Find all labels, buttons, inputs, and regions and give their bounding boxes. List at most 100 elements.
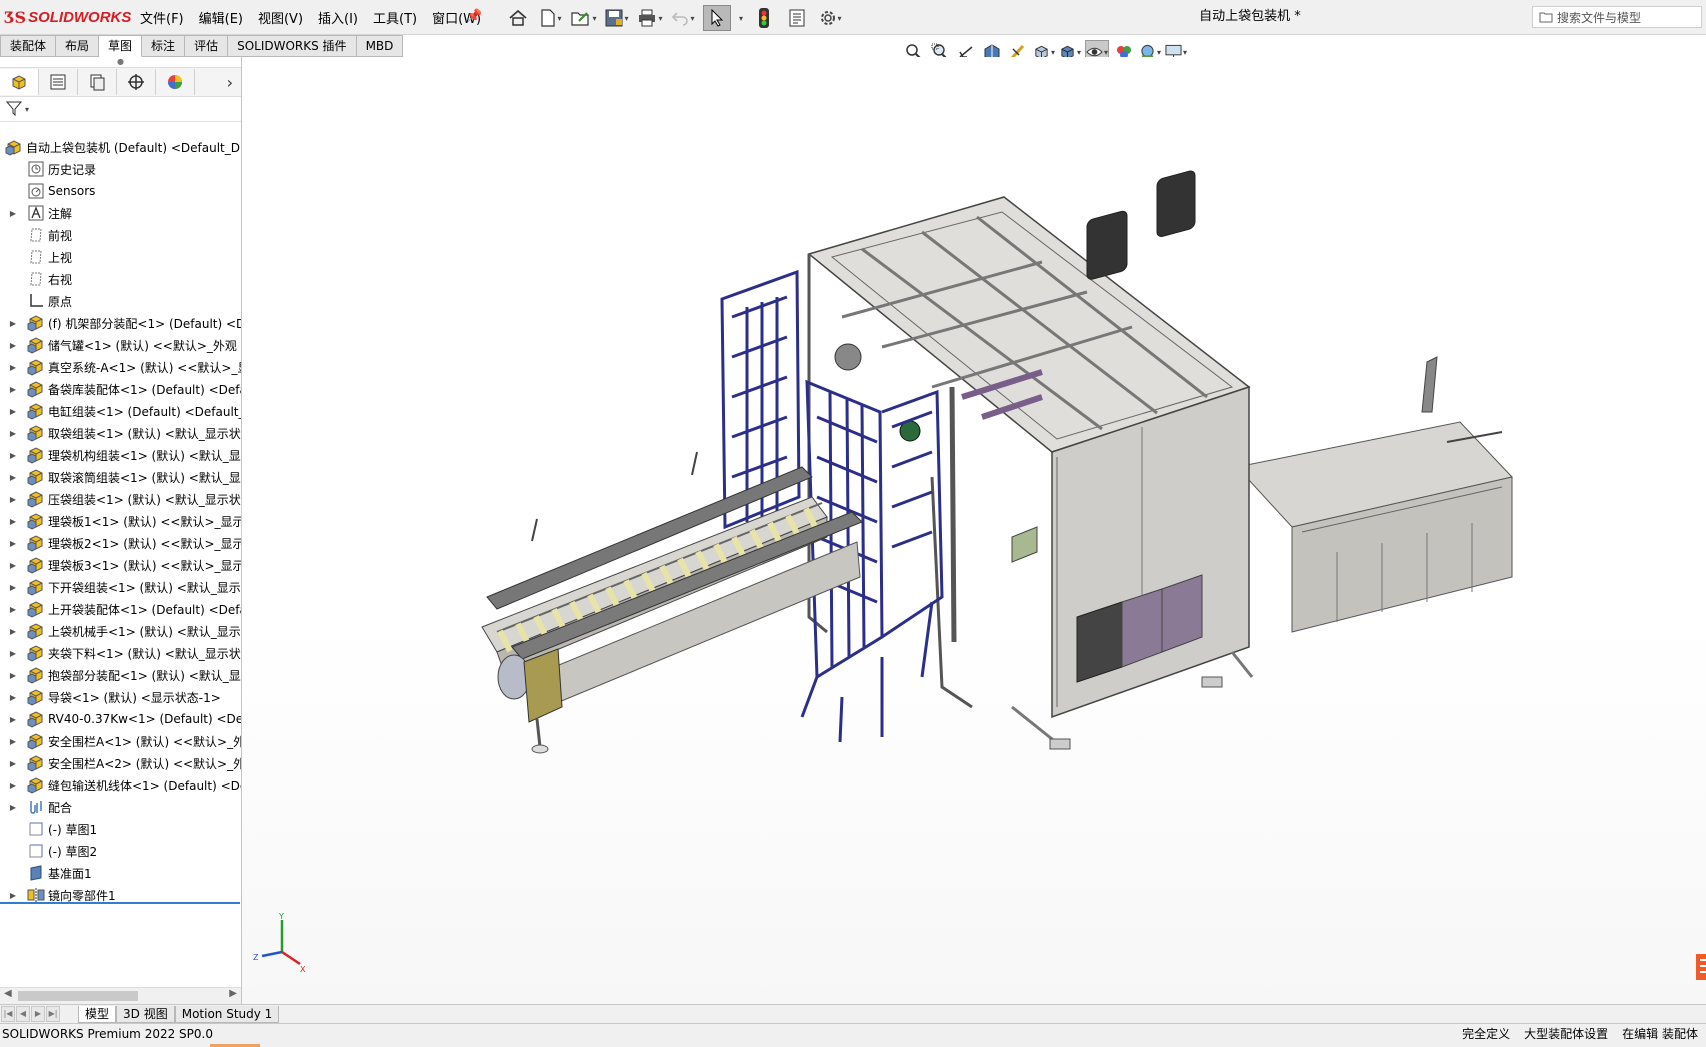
select-button[interactable] (703, 5, 731, 31)
tab-model[interactable]: 模型 (78, 1005, 117, 1023)
tab-addins[interactable]: SOLIDWORKS 插件 (228, 35, 357, 57)
expand-arrow-icon[interactable]: ▶ (8, 363, 18, 372)
dropdown-arrow-icon[interactable]: ▾ (690, 14, 694, 23)
pin-icon[interactable]: 📌 (466, 9, 482, 24)
expand-arrow-icon[interactable]: ▶ (8, 693, 18, 702)
expand-arrow-icon[interactable]: ▶ (8, 451, 18, 460)
configurationmanager-tab[interactable] (78, 69, 117, 95)
tree-node[interactable]: ▶ 缝包输送机线体<1> (Default) <De (0, 774, 241, 796)
scroll-right-icon[interactable]: ▶ (229, 988, 237, 999)
tree-node[interactable]: ▶ 压袋组装<1> (默认) <默认_显示状态 (0, 488, 241, 510)
dropdown-arrow-icon[interactable]: ▾ (1104, 48, 1108, 57)
tree-node[interactable]: 基准面1 (0, 862, 241, 884)
expand-arrow-icon[interactable]: ▶ (8, 385, 18, 394)
menu-insert[interactable]: 插入(I) (318, 8, 358, 27)
dropdown-arrow-icon[interactable]: ▾ (658, 14, 662, 23)
tree-node[interactable]: (-) 草图1 (0, 818, 241, 840)
status-large-assembly-settings[interactable]: 大型装配体设置 (1524, 1024, 1608, 1044)
expand-arrow-icon[interactable]: ▶ (8, 341, 18, 350)
rebuild-button[interactable] (751, 6, 777, 30)
expand-arrow-icon[interactable]: ▶ (8, 209, 18, 218)
previous-tab-icon[interactable]: ◀ (16, 1006, 30, 1022)
expand-arrow-icon[interactable]: ▶ (8, 891, 18, 900)
expand-arrow-icon[interactable]: ▶ (8, 583, 18, 592)
tab-layout[interactable]: 布局 (56, 35, 100, 57)
dropdown-arrow-icon[interactable]: ▾ (1077, 48, 1081, 57)
horizontal-scrollbar[interactable]: ◀ ▶ (0, 987, 241, 1004)
expand-arrow-icon[interactable]: ▶ (8, 319, 18, 328)
tree-node[interactable]: ▶ 安全围栏A<2> (默认) <<默认>_外观 (0, 752, 241, 774)
scroll-thumb[interactable] (18, 991, 138, 1001)
tree-node[interactable]: Sensors (0, 180, 241, 202)
tree-node[interactable]: ▶ 抱袋部分装配<1> (默认) <默认_显示 (0, 664, 241, 686)
tree-node[interactable]: ▶ (f) 机架部分装配<1> (Default) <De (0, 312, 241, 334)
tree-node[interactable]: ▶ 注解 (0, 202, 241, 224)
tree-node[interactable]: 上视 (0, 246, 241, 268)
tree-node[interactable]: ▶ 上开袋装配体<1> (Default) <Defa (0, 598, 241, 620)
expand-arrow-icon[interactable]: ▶ (8, 473, 18, 482)
dropdown-arrow-icon[interactable]: ▾ (739, 14, 743, 23)
last-tab-icon[interactable]: ▶| (46, 1006, 60, 1022)
dropdown-arrow-icon[interactable]: ▾ (1051, 48, 1055, 57)
tree-node[interactable]: ▶ RV40-0.37Kw<1> (Default) <Defa (0, 708, 241, 730)
tree-node[interactable]: 前视 (0, 224, 241, 246)
home-button[interactable] (505, 6, 531, 30)
propertymanager-tab[interactable] (39, 69, 78, 95)
new-document-button[interactable]: ▾ (538, 6, 564, 30)
menu-edit[interactable]: 编辑(E) (199, 8, 243, 27)
tree-node[interactable]: ▶ 下开袋组装<1> (默认) <默认_显示状 (0, 576, 241, 598)
search-box[interactable]: 搜索文件与模型 (1532, 6, 1702, 28)
expand-arrow-icon[interactable]: ▶ (8, 495, 18, 504)
menu-tools[interactable]: 工具(T) (373, 8, 417, 27)
tree-node[interactable]: ▶ 配合 (0, 796, 241, 818)
tab-mbd[interactable]: MBD (356, 35, 404, 57)
dropdown-arrow-icon[interactable]: ▾ (592, 14, 596, 23)
tree-node[interactable]: ▶ 真空系统-A<1> (默认) <<默认>_显 (0, 356, 241, 378)
tab-markup[interactable]: 标注 (142, 35, 186, 57)
expand-arrow-icon[interactable]: ▶ (8, 627, 18, 636)
tree-node[interactable]: ▶ 理袋机构组装<1> (默认) <默认_显示 (0, 444, 241, 466)
tree-node[interactable]: ▶ 理袋板2<1> (默认) <<默认>_显示状 (0, 532, 241, 554)
dropdown-arrow-icon[interactable]: ▾ (838, 14, 842, 23)
expand-arrow-icon[interactable]: ▶ (8, 407, 18, 416)
chevron-right-icon[interactable]: › (227, 73, 233, 92)
dropdown-arrow-icon[interactable]: ▾ (1183, 48, 1187, 57)
expand-arrow-icon[interactable]: ▶ (8, 649, 18, 658)
expand-arrow-icon[interactable]: ▶ (8, 605, 18, 614)
tree-root-assembly[interactable]: 自动上袋包装机 (Default) <Default_Dis (0, 136, 241, 158)
dropdown-arrow-icon[interactable]: ▾ (25, 105, 29, 114)
tree-node[interactable]: (-) 草图2 (0, 840, 241, 862)
tab-assembly[interactable]: 装配体 (0, 35, 57, 57)
expand-arrow-icon[interactable]: ▶ (8, 671, 18, 680)
tree-node[interactable]: ▶ 备袋库装配体<1> (Default) <Defa (0, 378, 241, 400)
featuremanager-tab[interactable] (0, 69, 39, 95)
first-tab-icon[interactable]: |◀ (1, 1006, 15, 1022)
tree-node[interactable]: 右视 (0, 268, 241, 290)
displaymanager-tab[interactable] (156, 69, 195, 95)
dropdown-arrow-icon[interactable]: ▾ (557, 14, 561, 23)
dropdown-arrow-icon[interactable]: ▾ (1157, 48, 1161, 57)
tree-node[interactable]: 原点 (0, 290, 241, 312)
assembly-model-render[interactable] (242, 57, 1706, 1004)
print-button[interactable]: ▾ (637, 6, 663, 30)
expand-arrow-icon[interactable]: ▶ (8, 759, 18, 768)
tree-filter[interactable]: ▾ (0, 97, 241, 122)
tree-node[interactable]: ▶ 储气罐<1> (默认) <<默认>_外观 显 (0, 334, 241, 356)
tree-node[interactable]: ▶ 电缸组装<1> (Default) <Default_D (0, 400, 241, 422)
expand-arrow-icon[interactable]: ▶ (8, 561, 18, 570)
menu-view[interactable]: 视图(V) (258, 8, 303, 27)
expand-arrow-icon[interactable]: ▶ (8, 539, 18, 548)
tree-node[interactable]: ▶ 理袋板3<1> (默认) <<默认>_显示状 (0, 554, 241, 576)
tree-node[interactable]: ▶ 理袋板1<1> (默认) <<默认>_显示状 (0, 510, 241, 532)
save-button[interactable]: ▾ (604, 6, 630, 30)
expand-arrow-icon[interactable]: ▶ (8, 429, 18, 438)
menu-file[interactable]: 文件(F) (140, 8, 184, 27)
tree-node[interactable]: ▶ 导袋<1> (默认) <显示状态-1> (0, 686, 241, 708)
expand-arrow-icon[interactable]: ▶ (8, 517, 18, 526)
next-tab-icon[interactable]: ▶ (31, 1006, 45, 1022)
open-button[interactable]: ▾ (571, 6, 597, 30)
solidworks-logo[interactable]: ƷS SOLIDWORKS (4, 6, 131, 28)
tab-sketch[interactable]: 草图 (99, 35, 143, 57)
tree-node[interactable]: 历史记录 (0, 158, 241, 180)
expand-arrow-icon[interactable]: ▶ (8, 715, 18, 724)
